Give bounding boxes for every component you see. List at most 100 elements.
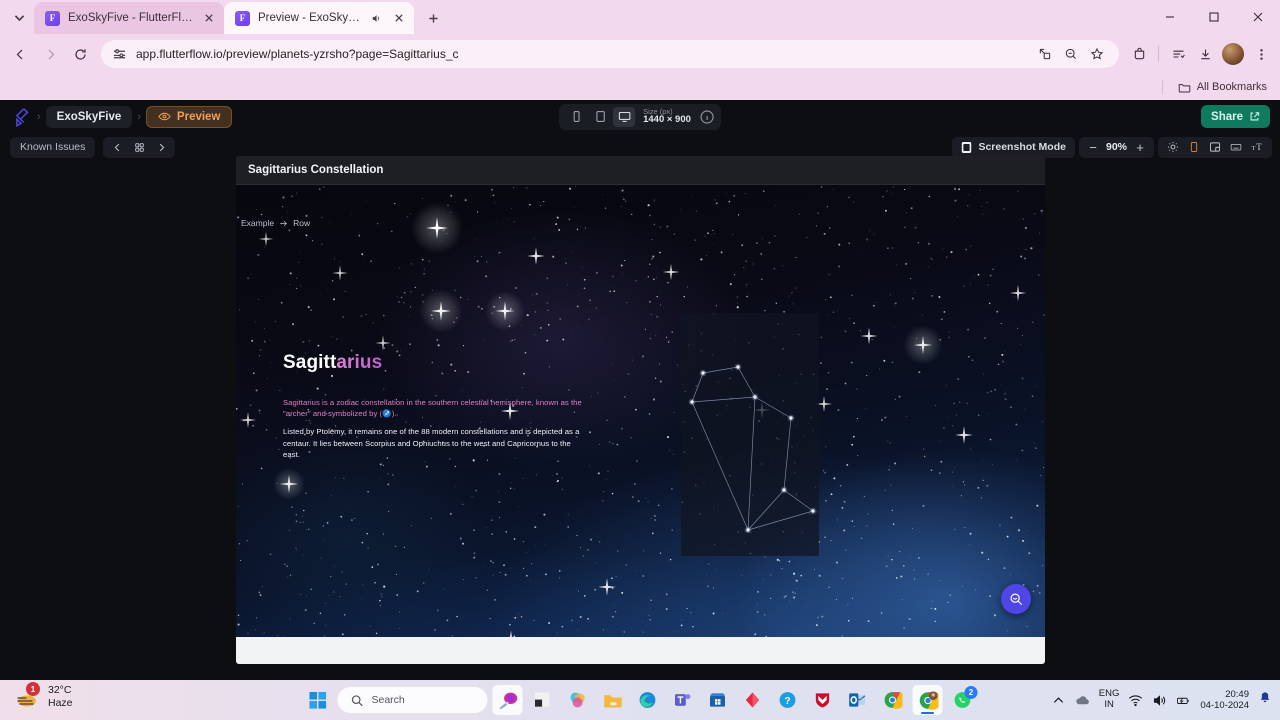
all-bookmarks-button[interactable]: All Bookmarks (1173, 79, 1272, 96)
divider (1158, 46, 1159, 62)
language-indicator[interactable]: ENG IN (1098, 688, 1120, 711)
hero-text-block: Sagittarius Sagittarius is a zodiac cons… (283, 352, 583, 460)
svg-text:?: ? (784, 696, 790, 707)
ruby-icon (745, 692, 760, 708)
downloads-icon[interactable] (1192, 41, 1218, 67)
layout-panel-icon[interactable] (1206, 139, 1224, 156)
new-tab-button[interactable] (420, 5, 446, 31)
share-button[interactable]: Share (1201, 105, 1270, 128)
language-line2: IN (1104, 699, 1114, 710)
chrome-menu-icon[interactable] (1248, 41, 1274, 67)
wifi-icon[interactable] (1128, 693, 1143, 708)
preview-viewport[interactable]: Example Row Sagittarius Sagittarius is a… (236, 185, 1045, 637)
next-page-icon[interactable] (151, 138, 171, 156)
breadcrumb-item-row[interactable]: Row (293, 218, 310, 228)
haze-icon: 1 (14, 682, 40, 710)
taskbar-app-chrome-profile[interactable] (912, 685, 943, 715)
language-line1: ENG (1098, 688, 1120, 700)
zoom-in-button[interactable]: + (1134, 140, 1146, 155)
device-tablet-icon[interactable] (589, 107, 611, 127)
taskbar-app-paint[interactable] (492, 685, 523, 715)
close-icon[interactable] (201, 11, 216, 26)
tab-audio-icon[interactable] (368, 11, 383, 26)
preview-footer (236, 637, 1045, 664)
minimize-icon[interactable] (1148, 0, 1192, 34)
zoom-out-button[interactable]: − (1087, 140, 1099, 155)
eye-icon (158, 112, 171, 121)
battery-charging-icon[interactable] (1176, 693, 1191, 708)
close-icon[interactable] (391, 11, 406, 26)
taskbar-app-mcafee[interactable] (808, 685, 838, 715)
taskbar-app-window-switcher[interactable] (528, 685, 558, 715)
back-icon[interactable] (6, 40, 34, 68)
page-grid-icon[interactable] (129, 138, 149, 156)
reload-icon[interactable] (66, 40, 94, 68)
taskbar-app-edge[interactable] (633, 685, 663, 715)
address-bar[interactable]: app.flutterflow.io/preview/planets-yzrsh… (101, 40, 1119, 68)
notifications-icon[interactable] (1258, 691, 1272, 710)
start-button[interactable] (303, 685, 333, 715)
previous-page-icon[interactable] (107, 138, 127, 156)
tab-search-icon[interactable] (4, 2, 34, 32)
screenshot-mode-label: Screenshot Mode (978, 141, 1066, 153)
chrome-icon (884, 692, 903, 709)
taskbar-app-copilot[interactable] (563, 685, 593, 715)
taskbar-app-outlook[interactable] (843, 685, 873, 715)
weather-widget[interactable]: 1 32°C Haze (14, 682, 73, 710)
project-name-chip[interactable]: ExoSkyFive (45, 105, 133, 128)
bookmark-star-icon[interactable] (1085, 42, 1109, 66)
info-icon[interactable] (699, 109, 715, 125)
display-tools: TT (1158, 136, 1272, 158)
taskbar-app-whatsapp[interactable]: 2 (948, 685, 978, 715)
taskbar-app-teams[interactable] (668, 685, 698, 715)
omnibox-actions (1033, 42, 1109, 66)
forward-icon[interactable] (36, 40, 64, 68)
svg-text:T: T (1256, 142, 1262, 152)
copilot-icon (570, 692, 585, 708)
weather-condition: Haze (48, 697, 73, 710)
constellation-diagram[interactable] (681, 313, 819, 556)
screenshot-mode-button[interactable]: Screenshot Mode (952, 136, 1075, 158)
divider (1161, 79, 1163, 95)
device-desktop-icon[interactable] (613, 106, 636, 127)
hero-paragraph-1: Sagittarius is a zodiac constellation in… (283, 397, 582, 419)
extensions-icon[interactable] (1126, 41, 1152, 67)
known-issues-button[interactable]: Known Issues (10, 136, 96, 158)
flutterflow-header: › ExoSkyFive › Preview Size (px) 1440 × … (0, 100, 1280, 133)
device-frame-icon[interactable] (1185, 139, 1203, 156)
volume-icon[interactable] (1152, 693, 1167, 708)
edge-icon (639, 692, 656, 708)
install-app-icon[interactable] (1033, 42, 1057, 66)
teams-icon (675, 694, 691, 706)
close-window-icon[interactable] (1236, 0, 1280, 34)
browser-tab-1[interactable]: F ExoSkyFive - FlutterFlow (34, 2, 224, 34)
brightness-icon[interactable] (1164, 139, 1182, 156)
zoom-value: 90% (1105, 141, 1127, 153)
tray-expand-icon[interactable] (1051, 693, 1066, 708)
reading-list-icon[interactable] (1165, 41, 1191, 67)
taskbar-app-help[interactable]: ? (773, 685, 803, 715)
taskbar-app-store[interactable] (703, 685, 733, 715)
browser-tab-2[interactable]: F Preview - ExoSkyFive (224, 2, 414, 34)
taskbar-search[interactable]: Search (337, 687, 488, 713)
windows-taskbar: 1 32°C Haze Search ? 2 ENG IN 20:49 04-1… (0, 680, 1280, 720)
breadcrumb-item-example[interactable]: Example (241, 218, 274, 228)
maximize-icon[interactable] (1192, 0, 1236, 34)
clock[interactable]: 20:49 04-10-2024 (1200, 689, 1249, 712)
breadcrumb-separator: › (37, 110, 41, 123)
bookmarks-bar: All Bookmarks (0, 74, 1280, 100)
text-size-icon[interactable]: TT (1248, 139, 1266, 156)
site-settings-icon[interactable] (112, 47, 127, 62)
folder-icon (1178, 83, 1190, 92)
device-phone-icon[interactable] (565, 107, 587, 127)
taskbar-app-chrome[interactable] (878, 685, 908, 715)
keyboard-icon[interactable] (1227, 139, 1245, 156)
taskbar-app-ruby[interactable] (738, 685, 768, 715)
zoom-fab-button[interactable] (1001, 584, 1031, 614)
flutterflow-logo-icon[interactable] (10, 106, 32, 128)
onedrive-icon[interactable] (1075, 693, 1090, 708)
zoom-out-icon[interactable] (1059, 42, 1083, 66)
taskbar-app-file-explorer[interactable] (598, 685, 628, 715)
profile-avatar[interactable] (1222, 43, 1244, 65)
preview-mode-chip[interactable]: Preview (145, 105, 233, 128)
